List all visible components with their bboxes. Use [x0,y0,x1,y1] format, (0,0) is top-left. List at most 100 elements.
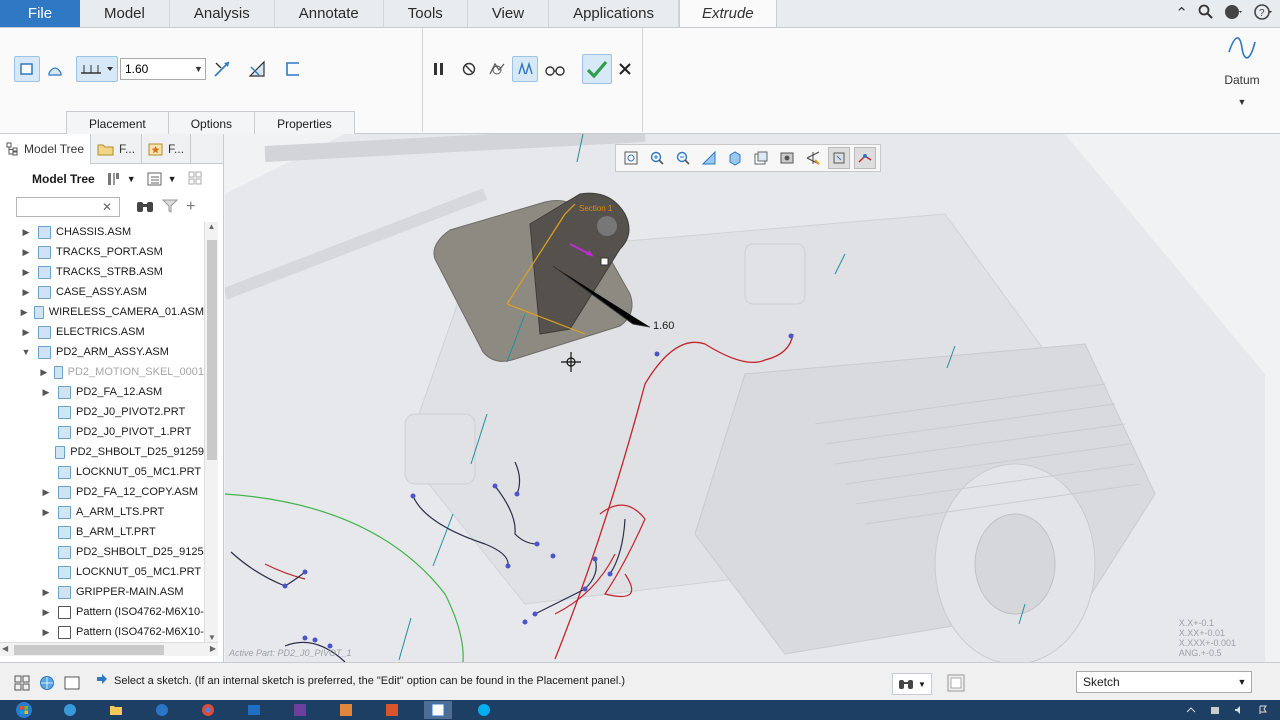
no-preview-button[interactable] [456,56,482,82]
extrude-surface-button[interactable] [42,56,68,82]
expand-chevron-icon[interactable]: ▶ [40,587,52,598]
expand-chevron-icon[interactable]: ▶ [40,507,52,518]
menu-analysis[interactable]: Analysis [170,0,275,27]
tree-row[interactable]: ▶ PD2_FA_12_COPY.ASM [0,482,204,502]
tab-properties[interactable]: Properties [254,111,355,135]
tree-row[interactable]: ▶ TRACKS_STRB.ASM [0,262,204,282]
depth-dimension-label[interactable]: 1.60 [653,320,674,332]
collapse-ribbon-icon[interactable]: ⌃ [1175,4,1188,24]
tray-flag-icon[interactable] [1258,705,1268,715]
tree-vertical-scrollbar[interactable]: ▲ ▼ [204,222,218,642]
cancel-close-button[interactable] [612,56,638,82]
media-icon[interactable] [148,701,176,719]
tree-row[interactable]: PD2_J0_PIVOT_1.PRT [0,422,204,442]
tab-options[interactable]: Options [167,111,256,135]
remove-material-button[interactable] [244,56,270,82]
tree-filter-grid-icon[interactable] [187,170,203,189]
tree-row[interactable]: ▶ WIRELESS_CAMERA_01.ASM [0,302,204,322]
tree-row[interactable]: B_ARM_LT.PRT [0,522,204,542]
tree-row[interactable]: ▶ CHASSIS.ASM [0,222,204,242]
collapse-chevron-icon[interactable]: ▼ [20,347,32,357]
verify-preview-button[interactable] [542,56,568,82]
expand-chevron-icon[interactable]: ▶ [20,287,32,298]
view-manager-icon[interactable] [776,147,798,169]
refit-icon[interactable] [620,147,642,169]
start-button-icon[interactable] [10,700,38,720]
detached-preview-button[interactable] [512,56,538,82]
tray-network-icon[interactable] [1210,705,1220,715]
expand-chevron-icon[interactable]: ▶ [40,607,52,618]
tree-settings-icon[interactable]: ▼ [105,171,136,187]
extrude-solid-button[interactable] [14,56,40,82]
pause-button[interactable] [426,56,452,82]
repaint-icon[interactable] [698,147,720,169]
menu-annotate[interactable]: Annotate [275,0,384,27]
tree-horizontal-scrollbar[interactable]: ◀ ▶ [0,642,218,656]
full-screen-icon[interactable] [64,676,80,693]
expand-chevron-icon[interactable]: ▶ [20,327,32,338]
tray-arrow-icon[interactable] [1186,705,1196,715]
add-icon[interactable]: + [186,198,195,216]
tab-model-tree[interactable]: Model Tree [0,133,92,164]
filter-icon[interactable] [161,199,179,216]
expand-chevron-icon[interactable]: ▶ [20,247,32,258]
annotation-display-icon[interactable] [854,147,876,169]
perspective-view-icon[interactable] [802,147,824,169]
ok-check-button[interactable] [582,54,612,84]
tree-hscroll-thumb[interactable] [14,645,164,655]
menu-file[interactable]: File [0,0,80,27]
show-navigator-icon[interactable] [14,675,30,694]
display-style-icon[interactable] [724,147,746,169]
tree-row[interactable]: PD2_SHBOLT_D25_91259 [0,442,204,462]
tree-row[interactable]: ▶ GRIPPER-MAIN.ASM [0,582,204,602]
datum-group[interactable]: Datum ▼ [1222,32,1262,107]
selected-items-icon[interactable] [946,674,968,695]
tab-extrude[interactable]: Extrude [678,0,777,27]
tree-row[interactable]: ▶ Pattern (ISO4762-M6X10- [0,602,204,622]
search-icon[interactable] [1198,4,1214,24]
clear-search-icon[interactable]: ✕ [102,200,112,214]
tab-placement[interactable]: Placement [66,111,169,135]
tab-folder-browser[interactable]: F... [91,133,143,164]
tree-row[interactable]: ▶ PD2_FA_12.ASM [0,382,204,402]
recorder-icon[interactable] [378,701,406,719]
user-menu-icon[interactable] [1224,4,1244,24]
menu-view[interactable]: View [468,0,550,27]
show-columns-icon[interactable]: ▼ [146,171,177,187]
datum-dropdown-chevron-icon[interactable]: ▼ [1222,97,1262,107]
tree-scroll-thumb[interactable] [207,240,217,460]
tree-row[interactable]: LOCKNUT_05_MC1.PRT [0,462,204,482]
tree-row[interactable]: ▶ CASE_ASSY.ASM [0,282,204,302]
zoom-out-icon[interactable] [672,147,694,169]
datum-display-filters-icon[interactable] [828,147,850,169]
attached-preview-button[interactable] [484,56,510,82]
find-icon[interactable]: ▼ [892,673,932,695]
tree-row[interactable]: ▶ PD2_MOTION_SKEL_0001 [0,362,204,382]
visual-studio-icon[interactable] [286,701,314,719]
folder-taskbar-icon[interactable] [102,701,130,719]
skype-icon[interactable] [470,701,498,719]
tree-row[interactable]: ▶ A_ARM_LTS.PRT [0,502,204,522]
expand-chevron-icon[interactable]: ▶ [20,227,32,238]
tree-row[interactable]: LOCKNUT_05_MC1.PRT [0,562,204,582]
expand-chevron-icon[interactable]: ▶ [40,367,48,378]
tree-row[interactable]: ▶ Pattern (ISO4762-M6X10- [0,622,204,642]
expand-chevron-icon[interactable]: ▶ [40,487,52,498]
tree-row[interactable]: ▶ TRACKS_PORT.ASM [0,242,204,262]
help-icon[interactable]: ? [1254,4,1274,24]
menu-model[interactable]: Model [80,0,170,27]
tree-row[interactable]: PD2_SHBOLT_D25_9125 [0,542,204,562]
flip-direction-button[interactable] [209,56,235,82]
outlook-icon[interactable] [240,701,268,719]
depth-dropdown-chevron-icon[interactable]: ▼ [192,59,205,79]
paint-icon[interactable] [332,701,360,719]
zoom-in-icon[interactable] [646,147,668,169]
expand-chevron-icon[interactable]: ▶ [20,267,32,278]
menu-applications[interactable]: Applications [549,0,679,27]
creo-taskbar-icon[interactable] [424,701,452,719]
depth-options-button[interactable] [76,56,118,82]
selection-filter-select[interactable]: Sketch ▼ [1076,671,1252,693]
browser-icon[interactable] [38,675,56,694]
expand-chevron-icon[interactable]: ▶ [20,307,28,318]
filter-dropdown-chevron-icon[interactable]: ▼ [1235,674,1249,690]
